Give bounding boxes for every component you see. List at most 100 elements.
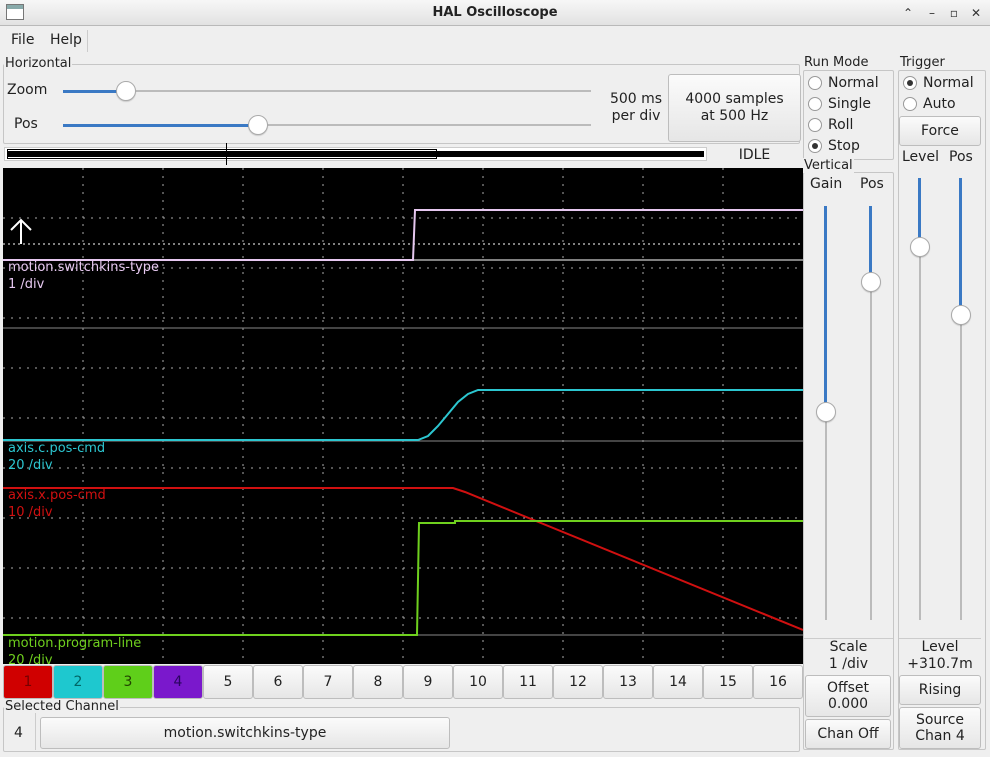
selected-channel-label: Selected Channel [4, 699, 120, 714]
close-icon[interactable]: ✕ [968, 5, 984, 21]
channel-button-7[interactable]: 7 [303, 665, 353, 699]
title-bar: HAL Oscilloscope ⌃ – ▫ ✕ [0, 0, 990, 26]
radio-run-single[interactable] [808, 97, 822, 111]
trace-scale: 20 /div [8, 458, 53, 473]
trace-scale: 10 /div [8, 505, 53, 520]
trigger-level-value: +310.7m [907, 656, 973, 672]
trace-name: axis.x.pos-cmd [8, 488, 106, 503]
run-roll-label: Roll [828, 117, 854, 133]
channel-button-8[interactable]: 8 [353, 665, 403, 699]
gain-label: Gain [810, 176, 843, 192]
trigger-normal-label: Normal [923, 75, 974, 91]
samples-button[interactable]: 4000 samples at 500 Hz [668, 74, 801, 142]
vertical-label: Vertical [803, 158, 854, 173]
offset-button[interactable]: Offset 0.000 [805, 675, 891, 717]
graticule [3, 168, 803, 664]
samples-count: 4000 samples [685, 91, 784, 107]
selected-channel-divider [35, 713, 36, 750]
scope-status: IDLE [738, 147, 771, 163]
run-stop-label: Stop [828, 138, 860, 154]
rate-value: 500 ms [609, 91, 663, 107]
gain-slider-handle[interactable] [816, 402, 836, 422]
trigger-edge-button[interactable]: Rising [899, 675, 981, 705]
sample-rate: at 500 Hz [700, 108, 769, 124]
source-caption: Source [915, 712, 965, 728]
trigger-label: Trigger [899, 55, 946, 70]
source-channel: Chan 4 [915, 728, 965, 744]
trace-name: motion.program-line [8, 636, 142, 651]
rate-unit: per div [611, 108, 661, 124]
trigger-pos-handle[interactable] [951, 305, 971, 325]
gain-slider[interactable] [816, 206, 836, 620]
radio-run-stop[interactable] [808, 139, 822, 153]
window-title: HAL Oscilloscope [432, 5, 558, 20]
channel-button-13[interactable]: 13 [603, 665, 653, 699]
trace-name: axis.c.pos-cmd [8, 441, 106, 456]
trigger-level-caption: Level [921, 639, 959, 655]
selected-channel-name-button[interactable]: motion.switchkins-type [40, 717, 450, 749]
trigger-source-button[interactable]: Source Chan 4 [899, 707, 981, 749]
trigger-pos-label: Pos [949, 149, 973, 165]
trigger-arrow-icon [10, 218, 32, 244]
scale-caption: Scale [829, 639, 868, 655]
channel-button-14[interactable]: 14 [653, 665, 703, 699]
radio-trigger-normal[interactable] [903, 76, 917, 90]
menu-bar: File Help [0, 28, 990, 54]
run-normal-label: Normal [828, 75, 879, 91]
scope-plot [3, 168, 803, 664]
menu-file[interactable]: File [11, 32, 34, 48]
channel-button-16[interactable]: 16 [753, 665, 803, 699]
run-single-label: Single [828, 96, 872, 112]
channel-button-3[interactable]: 3 [103, 665, 153, 699]
vertical-pos-label: Pos [860, 176, 884, 192]
trace-label-axis-c: axis.c.pos-cmd 20 /div [8, 440, 105, 474]
channel-button-6[interactable]: 6 [253, 665, 303, 699]
trigger-level-readout: Level +310.7m [899, 639, 981, 673]
maximize-icon[interactable]: ▫ [946, 5, 962, 21]
offset-value: 0.000 [827, 696, 869, 712]
zoom-slider[interactable] [63, 81, 591, 101]
trigger-level-handle[interactable] [910, 237, 930, 257]
menu-help[interactable]: Help [50, 32, 82, 48]
horizontal-label: Horizontal [4, 56, 73, 71]
selected-channel-number: 4 [14, 725, 23, 741]
channel-button-4[interactable]: 4 [153, 665, 203, 699]
channel-button-15[interactable]: 15 [703, 665, 753, 699]
vertical-pos-handle[interactable] [861, 272, 881, 292]
trigger-pos-slider[interactable] [951, 178, 971, 620]
radio-run-normal[interactable] [808, 76, 822, 90]
radio-trigger-auto[interactable] [903, 97, 917, 111]
channel-button-9[interactable]: 9 [403, 665, 453, 699]
vertical-scale-readout: Scale 1 /div [804, 639, 893, 673]
trace-name: motion.switchkins-type [8, 260, 160, 275]
vertical-pos-slider[interactable] [861, 206, 881, 620]
trace-label-axis-x: axis.x.pos-cmd 10 /div [8, 487, 106, 521]
channel-button-12[interactable]: 12 [553, 665, 603, 699]
pos-slider-handle[interactable] [248, 115, 269, 135]
trigger-auto-label: Auto [923, 96, 956, 112]
trace-scale: 20 /div [8, 653, 53, 664]
record-position-bar[interactable] [4, 143, 707, 165]
trace-label-program-line: motion.program-line 20 /div [8, 635, 141, 664]
radio-run-roll[interactable] [808, 118, 822, 132]
time-per-div: 500 ms per div [600, 91, 672, 125]
trace-label-switchkins: motion.switchkins-type 1 /div [8, 259, 159, 293]
trigger-level-slider[interactable] [910, 178, 930, 620]
keep-above-icon[interactable]: ⌃ [900, 5, 916, 21]
channel-button-5[interactable]: 5 [203, 665, 253, 699]
pos-label: Pos [14, 116, 38, 132]
channel-button-1[interactable]: 1 [3, 665, 53, 699]
zoom-label: Zoom [7, 82, 48, 98]
force-trigger-button[interactable]: Force [899, 116, 981, 146]
pos-slider[interactable] [63, 115, 591, 135]
channel-button-11[interactable]: 11 [503, 665, 553, 699]
chan-off-button[interactable]: Chan Off [805, 719, 891, 749]
zoom-slider-handle[interactable] [116, 81, 137, 101]
offset-caption: Offset [826, 680, 870, 696]
menu-separator [87, 30, 88, 52]
record-view-window[interactable] [7, 149, 437, 159]
channel-button-10[interactable]: 10 [453, 665, 503, 699]
minimize-icon[interactable]: – [924, 5, 940, 21]
scope-display[interactable]: motion.switchkins-type 1 /div axis.c.pos… [3, 168, 803, 664]
channel-button-2[interactable]: 2 [53, 665, 103, 699]
